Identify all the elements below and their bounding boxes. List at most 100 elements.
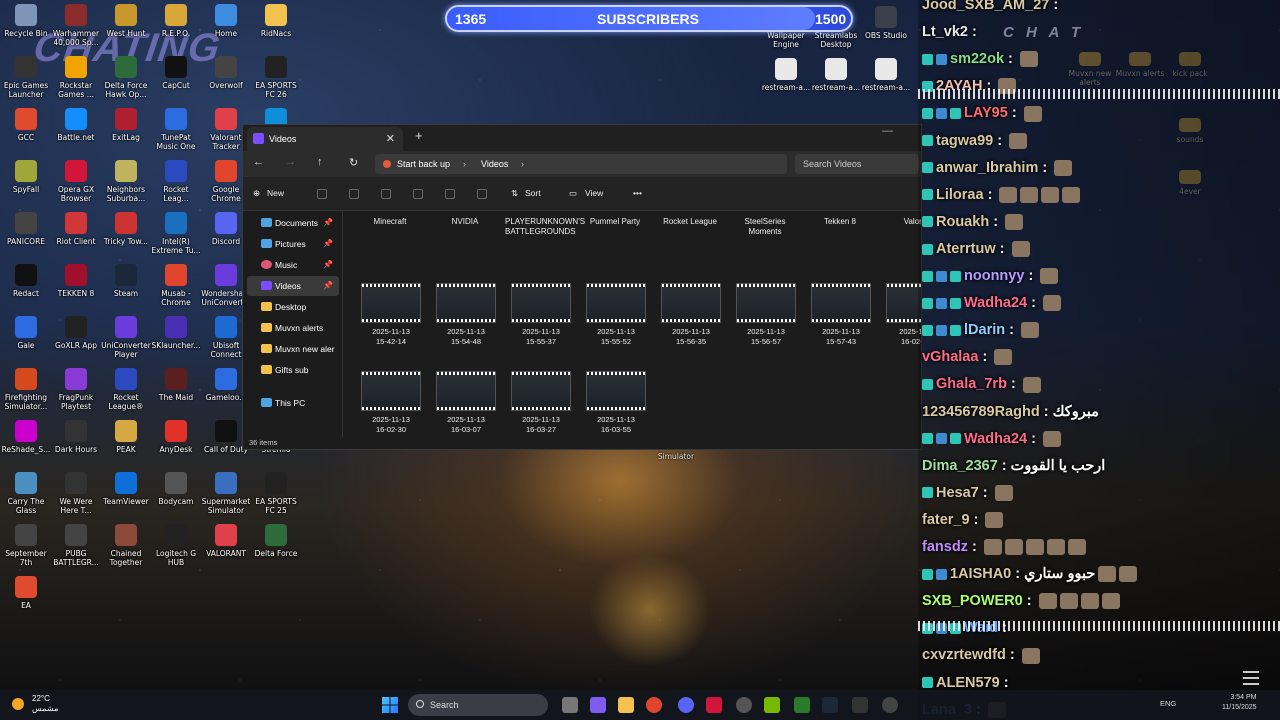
desktop-icon[interactable]: Battle.net — [50, 108, 102, 142]
desktop-icon[interactable]: restream-a... — [810, 58, 862, 92]
desktop-icon[interactable]: restream-a... — [860, 58, 912, 92]
pin-icon[interactable]: 📌 — [323, 213, 333, 233]
folder-item[interactable]: Valora — [880, 217, 921, 227]
desktop-icon[interactable]: EA — [0, 576, 52, 610]
file-explorer-icon[interactable] — [618, 697, 634, 713]
desktop-icon[interactable]: Bodycam — [150, 472, 202, 506]
desktop-icon[interactable]: R.E.P.O. — [150, 4, 202, 38]
desktop-icon[interactable]: Carry The Glass — [0, 472, 52, 515]
desktop-icon[interactable]: Musab - Chrome — [150, 264, 202, 307]
video-file[interactable]: 2025-11-13 15-42-14 — [355, 283, 427, 347]
folder-item[interactable]: NVIDIA — [430, 217, 500, 227]
view-button[interactable]: View — [585, 188, 603, 198]
folder-item[interactable]: Pummel Party — [580, 217, 650, 227]
xbox-taskbar-icon[interactable] — [794, 697, 810, 713]
desktop-icon[interactable]: SpyFall — [0, 160, 52, 194]
desktop-icon[interactable]: EA SPORTS FC 26 — [250, 56, 302, 99]
folder-item[interactable]: Rocket League — [655, 217, 725, 227]
sidebar-item[interactable]: This PC — [247, 393, 339, 413]
desktop-icon[interactable]: We Were Here T... — [50, 472, 102, 515]
desktop-icon[interactable]: Neighbors Suburba... — [100, 160, 152, 203]
video-file[interactable]: 2025-11-13 16-03-27 — [505, 371, 577, 435]
desktop-icon[interactable]: The Maid — [150, 368, 202, 402]
desktop-icon[interactable]: Delta Force Hawk Op... — [100, 56, 152, 99]
desktop-icon[interactable]: Firefighting Simulator... — [0, 368, 52, 411]
desktop-icon[interactable]: FragPunk Playtest — [50, 368, 102, 411]
backup-prompt[interactable]: Start back up — [397, 154, 450, 174]
pin-icon[interactable]: 📌 — [323, 234, 333, 254]
settings-taskbar-icon[interactable] — [882, 697, 898, 713]
new-button[interactable]: New — [267, 188, 284, 198]
desktop-icon[interactable]: Rocket League® — [100, 368, 152, 411]
menu-icon[interactable] — [1243, 671, 1259, 685]
copy-icon[interactable] — [349, 189, 359, 199]
video-file[interactable]: 2025-11-116-02-21 — [880, 283, 921, 347]
steam-taskbar-icon[interactable] — [822, 697, 838, 713]
desktop-icon[interactable]: VALORANT — [200, 524, 252, 558]
system-clock[interactable]: 3:54 PM 11/15/2025 — [1222, 693, 1257, 713]
refresh-icon[interactable]: ↻ — [349, 156, 358, 169]
app-taskbar-icon[interactable] — [852, 697, 868, 713]
video-file[interactable]: 2025-11-13 16-03-55 — [580, 371, 652, 435]
obs-taskbar-icon[interactable] — [736, 697, 752, 713]
desktop-icon[interactable]: September 7th — [0, 524, 52, 567]
pin-icon[interactable]: 📌 — [323, 276, 333, 296]
desktop-icon[interactable]: Intel(R) Extreme Tu... — [150, 212, 202, 255]
desktop-icon[interactable]: Opera GX Browser — [50, 160, 102, 203]
discord-taskbar-icon[interactable] — [678, 697, 694, 713]
desktop-icon[interactable]: Rocket Leag... — [150, 160, 202, 203]
desktop-icon[interactable]: Steam — [100, 264, 152, 298]
video-file[interactable]: 2025-11-13 15-54-48 — [430, 283, 502, 347]
sidebar-item[interactable]: Pictures 📌 — [247, 234, 339, 254]
up-arrow-icon[interactable]: ↑ — [317, 156, 323, 168]
desktop-icon[interactable]: Gale — [0, 316, 52, 350]
desktop-icon[interactable]: OBS Studio — [860, 6, 912, 40]
desktop-icon[interactable]: GCC — [0, 108, 52, 142]
sort-icon[interactable]: ⇅ — [511, 188, 518, 199]
sidebar-item[interactable]: Documents 📌 — [247, 213, 339, 233]
desktop-icon[interactable]: Simulator — [650, 452, 702, 461]
desktop-icon[interactable]: ExitLag — [100, 108, 152, 142]
desktop-icon[interactable]: Rockstar Games ... — [50, 56, 102, 99]
desktop-icon[interactable]: Tricky Tow... — [100, 212, 152, 246]
video-file[interactable]: 2025-11-13 16-03-07 — [430, 371, 502, 435]
desktop-icon[interactable]: Delta Force — [250, 524, 302, 558]
sidebar-item[interactable]: Muvxn new aler — [247, 339, 339, 359]
cut-icon[interactable] — [317, 189, 327, 199]
video-file[interactable]: 2025-11-13 15-57-43 — [805, 283, 877, 347]
desktop-icon[interactable]: Warhammer 40,000 Sp... — [50, 4, 102, 47]
desktop-icon[interactable]: Overwolf — [200, 56, 252, 90]
video-file[interactable]: 2025-11-13 16-02-30 — [355, 371, 427, 435]
sidebar-item[interactable]: Desktop — [247, 297, 339, 317]
desktop-icon[interactable]: PEAK — [100, 420, 152, 454]
new-plus-icon[interactable]: ⊕ — [253, 188, 260, 199]
desktop-icon[interactable]: CapCut — [150, 56, 202, 90]
copilot-icon[interactable] — [590, 697, 606, 713]
desktop-icon[interactable]: ReShade_S... — [0, 420, 52, 454]
desktop-icon[interactable]: TunePat Music One — [150, 108, 202, 151]
forward-arrow-icon[interactable]: → — [285, 156, 296, 168]
desktop-icon[interactable]: restream-a... — [760, 58, 812, 92]
desktop-icon[interactable]: Riot Client — [50, 212, 102, 246]
start-button[interactable] — [382, 697, 398, 713]
desktop-icon[interactable]: TeamViewer — [100, 472, 152, 506]
sidebar-item[interactable]: Videos 📌 — [247, 276, 339, 296]
delete-icon[interactable] — [477, 189, 487, 199]
desktop-icon[interactable]: AnyDesk — [150, 420, 202, 454]
share-icon[interactable] — [445, 189, 455, 199]
task-view-icon[interactable] — [562, 697, 578, 713]
tab-videos[interactable]: Videos ✕ — [247, 127, 403, 151]
desktop-icon[interactable]: Logitech G HUB — [150, 524, 202, 567]
close-tab-icon[interactable]: ✕ — [386, 127, 395, 151]
desktop-icon[interactable]: Home — [200, 4, 252, 38]
desktop-icon[interactable]: Supermarket Simulator — [200, 472, 252, 515]
breadcrumb-videos[interactable]: Videos — [481, 154, 508, 174]
back-arrow-icon[interactable]: ← — [253, 156, 264, 168]
desktop-icon[interactable]: SKlauncher... — [150, 316, 202, 350]
sidebar-item[interactable]: Muvxn alerts — [247, 318, 339, 338]
sort-button[interactable]: Sort — [525, 188, 541, 198]
desktop-icon[interactable]: Redact — [0, 264, 52, 298]
nvidia-taskbar-icon[interactable] — [764, 697, 780, 713]
minimize-button[interactable]: — — [882, 125, 893, 137]
pin-icon[interactable]: 📌 — [323, 255, 333, 275]
